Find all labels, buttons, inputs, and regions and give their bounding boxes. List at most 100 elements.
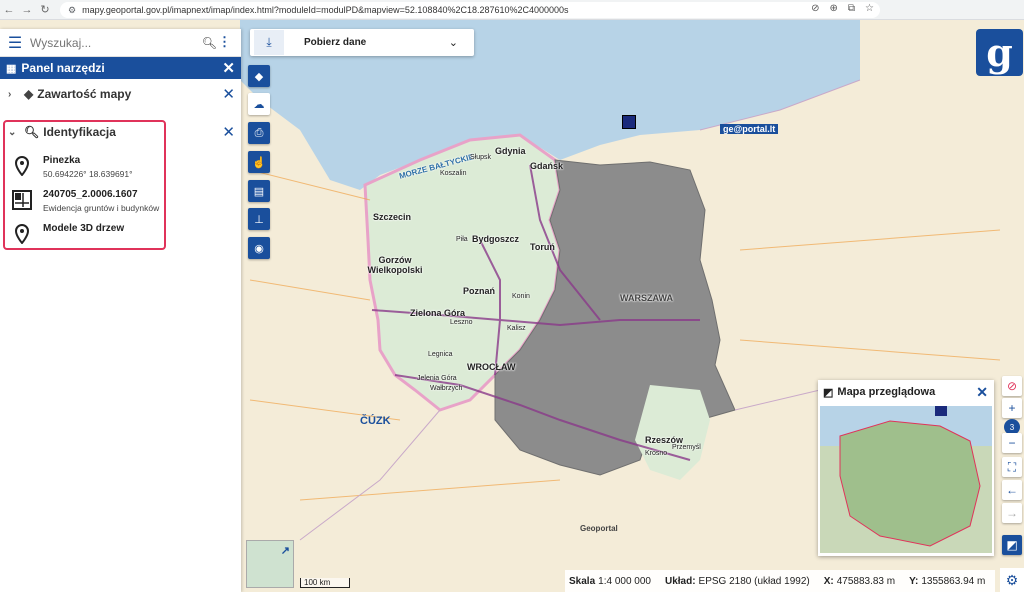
install-icon[interactable]: ⧉ [848,3,855,14]
city-jelenia-gora: Jelenia Góra [417,375,457,382]
lens-icon[interactable]: ⊘ [811,3,819,14]
city-wroclaw: WROCŁAW [467,362,516,372]
url-text: mapy.geoportal.gov.pl/imapnext/imap/inde… [82,5,569,15]
ident-item-pin[interactable]: Pinezka 50.694226° 18.639691° [10,155,133,179]
identification-header[interactable]: ⌄ 🔍︎ Identyfikacja [8,125,116,139]
ident-item-title: Pinezka [43,155,81,166]
download-icon: ⤓ [254,30,284,55]
plus-icon: + [1008,401,1016,415]
download-label: Pobierz dane [304,37,367,48]
status-bar: Skala 1:4 000 000 Układ: EPSG 2180 (układ … [565,570,1016,592]
geoportal-watermark: Geoportal [580,524,618,533]
close-overview-icon[interactable]: ✕ [976,384,988,401]
geoportal-lt-watermark: ge@portal.lt [720,124,779,134]
print-button[interactable]: ⎙ [248,122,270,144]
layers-button[interactable]: ◆ [248,65,270,87]
city-przemysl: Przemyśl [672,444,701,451]
download-data-dropdown[interactable]: ⤓ Pobierz dane ⌄ [250,29,474,56]
translate-icon[interactable]: ⊕ [830,3,838,14]
search-icon[interactable]: 🔍︎ [202,36,217,50]
overview-map[interactable] [820,406,992,553]
site-info-icon[interactable]: ⚙ [68,5,76,16]
city-torun: Toruń [530,242,555,252]
crs-label: Układ: [664,575,696,587]
overview-title: Mapa przeglądowa [837,386,936,398]
reload-icon[interactable]: ↻ [36,3,54,16]
ident-item-subtitle: Ewidencja gruntów i budynków [43,203,160,213]
city-gdynia: Gdynia [495,146,526,156]
close-map-contents-icon[interactable]: ✕ [222,85,235,103]
scale-bar: 100 km [300,578,350,588]
parcel-icon [10,189,34,211]
url-bar[interactable]: ⚙ mapy.geoportal.gov.pl/imapnext/imap/in… [60,2,880,18]
map-contents-label: Zawartość mapy [37,87,132,101]
city-gorzow: Gorzów Wielkopolski [367,255,423,275]
ident-item-title: 240705_2.0006.1607 [43,189,138,200]
ident-item-title: Modele 3D drzew [43,223,125,234]
chevron-down-icon: ⌄ [448,37,458,49]
close-tools-panel-icon[interactable]: ✕ [222,59,235,77]
geoportal-logo[interactable]: g [976,29,1023,76]
screenshot-button[interactable]: ◉ [248,237,270,259]
browser-bar: ← → ↻ ⚙ mapy.geoportal.gov.pl/imapnext/i… [0,0,1024,20]
chevron-down-icon: ⌄ [8,126,17,138]
x-label: X: [823,575,834,587]
overview-map-icon: ◩ [1006,538,1018,552]
fullscreen-icon: ⛶ [1007,459,1017,474]
clipboard-icon: ▤ [253,185,265,198]
cloud-button[interactable]: ☁ [248,93,270,115]
overview-map-icon: ◩ [823,386,834,399]
search-row: ☰ 🔍︎ ⋮ [0,29,241,57]
print-icon: ⎙ [254,126,264,139]
identify-button[interactable]: ☝ [248,151,270,173]
back-icon[interactable]: ← [0,4,18,16]
city-kalisz: Kalisz [507,325,526,332]
map-pin-icon [10,155,34,177]
zoom-in-button[interactable]: + [1002,398,1022,418]
next-view-button[interactable]: → [1002,503,1022,523]
city-slupsk: Słupsk [470,154,492,161]
city-krosno: Krosno [645,450,668,457]
settings-button[interactable]: ⚙ [1000,568,1024,592]
city-konin: Konin [512,293,530,300]
search-input[interactable] [30,35,190,50]
previous-view-button[interactable]: ← [1002,480,1022,500]
identification-title: Identyfikacja [43,125,116,139]
chevron-right-icon: › [8,88,12,100]
layers-icon: ◆ [254,70,264,83]
arrow-right-icon: → [1006,506,1018,520]
no-tracking-button[interactable]: ⊘ [1002,376,1022,396]
measure-button[interactable]: ⊥ [248,208,270,230]
city-poznan: Poznań [463,286,496,296]
arrow-left-icon: ← [1006,483,1018,497]
ident-item-trees[interactable]: Modele 3D drzew [10,223,124,245]
crs-value[interactable]: EPSG 2180 (układ 1992) [699,576,810,587]
zoom-out-button[interactable]: − [1002,433,1022,453]
more-options-icon[interactable]: ⋮ [218,34,231,50]
tools-panel-header: ▦ Panel narzędzi ✕ [0,57,241,79]
ident-item-subtitle: 50.694226° 18.639691° [43,169,133,179]
menu-icon[interactable]: ☰ [0,33,30,53]
search-icon: 🔍︎ [24,125,40,139]
forward-icon[interactable]: → [18,4,36,16]
overview-map-toggle[interactable]: ◩ [1002,535,1022,555]
base-map-switcher[interactable]: ↗ [246,540,294,588]
map-pin-icon [10,223,34,245]
city-pila: Piła [456,236,468,243]
y-label: Y: [909,575,919,587]
city-leszno: Leszno [450,319,473,326]
expand-icon: ↗ [280,545,290,557]
clipboard-button[interactable]: ▤ [248,180,270,202]
fullscreen-button[interactable]: ⛶ [1002,457,1022,477]
layers-icon: ◆ [24,87,34,101]
ident-item-parcel[interactable]: 240705_2.0006.1607 Ewidencja gruntów i b… [10,189,159,213]
left-panel: ☰ 🔍︎ ⋮ ▦ Panel narzędzi ✕ › ◆ Zawartość … [0,29,241,592]
close-identification-icon[interactable]: ✕ [222,123,235,141]
map-contents-section[interactable]: › ◆ Zawartość mapy ✕ [0,79,241,109]
browser-actions: ⊘ ⊕ ⧉ ☆ [811,3,874,14]
city-zielona-gora: Zielona Góra [410,308,466,318]
bookmark-star-icon[interactable]: ☆ [865,3,874,14]
city-bydgoszcz: Bydgoszcz [472,234,520,244]
city-koszalin: Koszalin [440,170,467,177]
grid-icon: ▦ [6,62,17,75]
